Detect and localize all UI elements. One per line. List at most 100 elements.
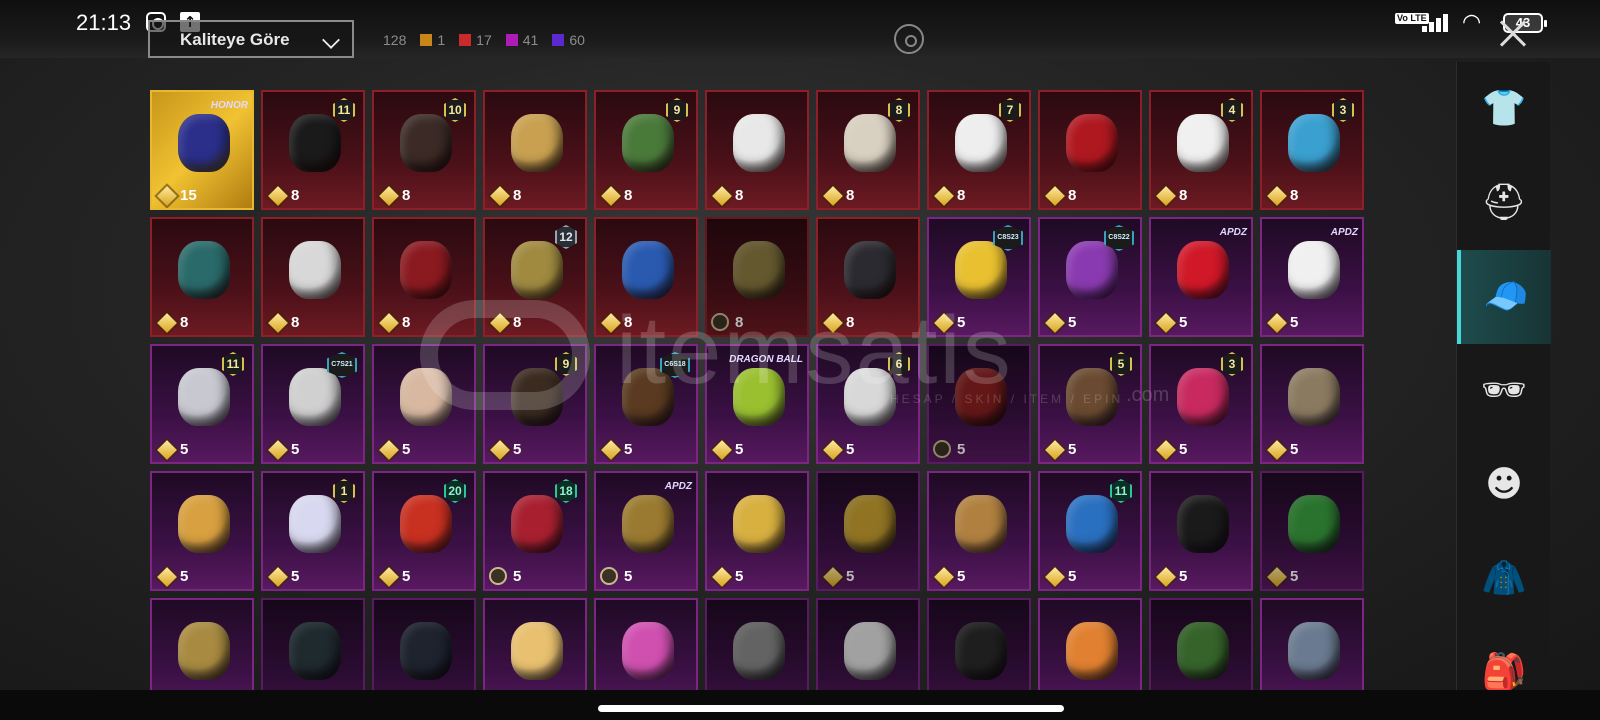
sidebar-item-mask[interactable]: ☻ [1457, 438, 1551, 532]
glasses-icon: 🕶 [1481, 370, 1527, 411]
item-price-value: 5 [402, 568, 411, 585]
inventory-item[interactable]: 5 [150, 471, 254, 591]
item-price: 8 [822, 185, 854, 206]
inventory-item[interactable]: 8 [594, 217, 698, 337]
inventory-item[interactable]: APDZ 5 [1149, 217, 1253, 337]
sidebar-item-outfit[interactable]: 👕 [1457, 62, 1551, 156]
item-thumbnail [511, 241, 563, 299]
inventory-item[interactable] [483, 598, 587, 690]
sidebar-item-cap[interactable]: 🧢 [1457, 250, 1551, 344]
rarity-swatch [505, 34, 518, 46]
inventory-item[interactable]: 8 [705, 90, 809, 210]
item-price-value: 5 [1179, 314, 1188, 331]
home-gesture-pill[interactable] [598, 705, 1064, 712]
sidebar-item-jacket[interactable]: 🧥 [1457, 532, 1551, 626]
inventory-item[interactable] [816, 598, 920, 690]
item-thumbnail [1288, 241, 1340, 299]
item-price-value: 5 [513, 441, 522, 458]
item-price-value: 8 [513, 314, 522, 331]
rarity-swatch [459, 34, 472, 46]
sidebar-item-glasses[interactable]: 🕶 [1457, 344, 1551, 438]
inventory-item[interactable]: 55 [1038, 344, 1142, 464]
rarity-count-value: 1 [437, 32, 446, 48]
inventory-item[interactable]: 5 [1149, 471, 1253, 591]
inventory-item[interactable] [705, 598, 809, 690]
inventory-item[interactable]: C7S21 5 [261, 344, 365, 464]
inventory-item[interactable]: 11 5 [150, 344, 254, 464]
inventory-item[interactable]: 5 [1260, 471, 1364, 591]
inventory-item[interactable]: 8 [372, 217, 476, 337]
sort-dropdown[interactable]: Kaliteye Göre [148, 20, 354, 58]
item-price-value: 8 [1068, 187, 1077, 204]
inventory-item[interactable]: 5 [705, 471, 809, 591]
item-badge: 5 [1110, 352, 1132, 376]
item-thumbnail [955, 114, 1007, 172]
item-thumbnail [955, 241, 1007, 299]
item-badge: 3 [1221, 352, 1243, 376]
close-icon[interactable] [1496, 17, 1530, 51]
item-price-value: 5 [291, 568, 300, 585]
inventory-item[interactable]: 88 [816, 90, 920, 210]
category-sidebar: 👕 ⛑ 🧢 🕶 ☻ 🧥 🎒 [1456, 62, 1551, 692]
inventory-item[interactable]: 35 [1149, 344, 1253, 464]
inventory-item[interactable]: 78 [927, 90, 1031, 210]
inventory-item[interactable] [594, 598, 698, 690]
inventory-item[interactable]: 8 [150, 217, 254, 337]
item-badge: DRAGON BALL [729, 354, 803, 365]
item-thumbnail [1177, 368, 1229, 426]
inventory-item[interactable]: 18 5 [483, 471, 587, 591]
inventory-item[interactable]: 65 [816, 344, 920, 464]
inventory-item[interactable]: 8 [261, 217, 365, 337]
item-thumbnail [1177, 495, 1229, 553]
inventory-item[interactable]: 11 5 [1038, 471, 1142, 591]
inventory-item[interactable]: 38 [1260, 90, 1364, 210]
inventory-item[interactable]: 5 [372, 344, 476, 464]
signal-icon [1422, 12, 1454, 32]
inventory-item[interactable]: 5 [927, 344, 1031, 464]
item-badge: 12 [555, 225, 577, 249]
inventory-item[interactable] [150, 598, 254, 690]
item-thumbnail [955, 368, 1007, 426]
item-price-value: 8 [513, 187, 522, 204]
inventory-item[interactable] [372, 598, 476, 690]
item-thumbnail [178, 241, 230, 299]
outfit-icon: 👕 [1481, 88, 1527, 129]
item-price: 8 [1266, 185, 1298, 206]
inventory-item[interactable]: C8S23 5 [927, 217, 1031, 337]
inventory-item[interactable] [927, 598, 1031, 690]
inventory-item[interactable]: 5 [816, 471, 920, 591]
inventory-item[interactable]: 11 8 [261, 90, 365, 210]
diamond-icon [268, 439, 288, 460]
inventory-item[interactable]: C6S18 5 [594, 344, 698, 464]
inventory-item[interactable]: 95 [483, 344, 587, 464]
inventory-item[interactable] [261, 598, 365, 690]
inventory-item[interactable] [1149, 598, 1253, 690]
inventory-item[interactable]: 5 [1260, 344, 1364, 464]
inventory-item[interactable]: 15 [261, 471, 365, 591]
inventory-item[interactable]: C8S22 5 [1038, 217, 1142, 337]
inventory-item[interactable]: 10 8 [372, 90, 476, 210]
inventory-item[interactable]: APDZ 5 [1260, 217, 1364, 337]
inventory-item[interactable] [1260, 598, 1364, 690]
inventory-item[interactable]: 8 [705, 217, 809, 337]
item-price: 8 [933, 185, 965, 206]
inventory-item[interactable]: 8 [483, 90, 587, 210]
inventory-item[interactable]: 20 5 [372, 471, 476, 591]
diamond-icon [823, 185, 843, 206]
inventory-item[interactable]: HONOR 15 [150, 90, 254, 210]
item-thumbnail [1288, 495, 1340, 553]
inventory-item[interactable] [1038, 598, 1142, 690]
inventory-item[interactable]: 8 [816, 217, 920, 337]
inventory-item[interactable]: DRAGON BALL 5 [705, 344, 809, 464]
item-price: 15 [156, 185, 197, 206]
inventory-item[interactable]: 98 [594, 90, 698, 210]
item-price: 8 [1044, 185, 1077, 206]
item-thumbnail [733, 622, 785, 680]
inventory-item[interactable]: 8 [1038, 90, 1142, 210]
item-price: 5 [378, 566, 411, 587]
sidebar-item-helmet[interactable]: ⛑ [1457, 156, 1551, 250]
inventory-item[interactable]: 12 8 [483, 217, 587, 337]
inventory-item[interactable]: APDZ 5 [594, 471, 698, 591]
inventory-item[interactable]: 48 [1149, 90, 1253, 210]
inventory-item[interactable]: 5 [927, 471, 1031, 591]
